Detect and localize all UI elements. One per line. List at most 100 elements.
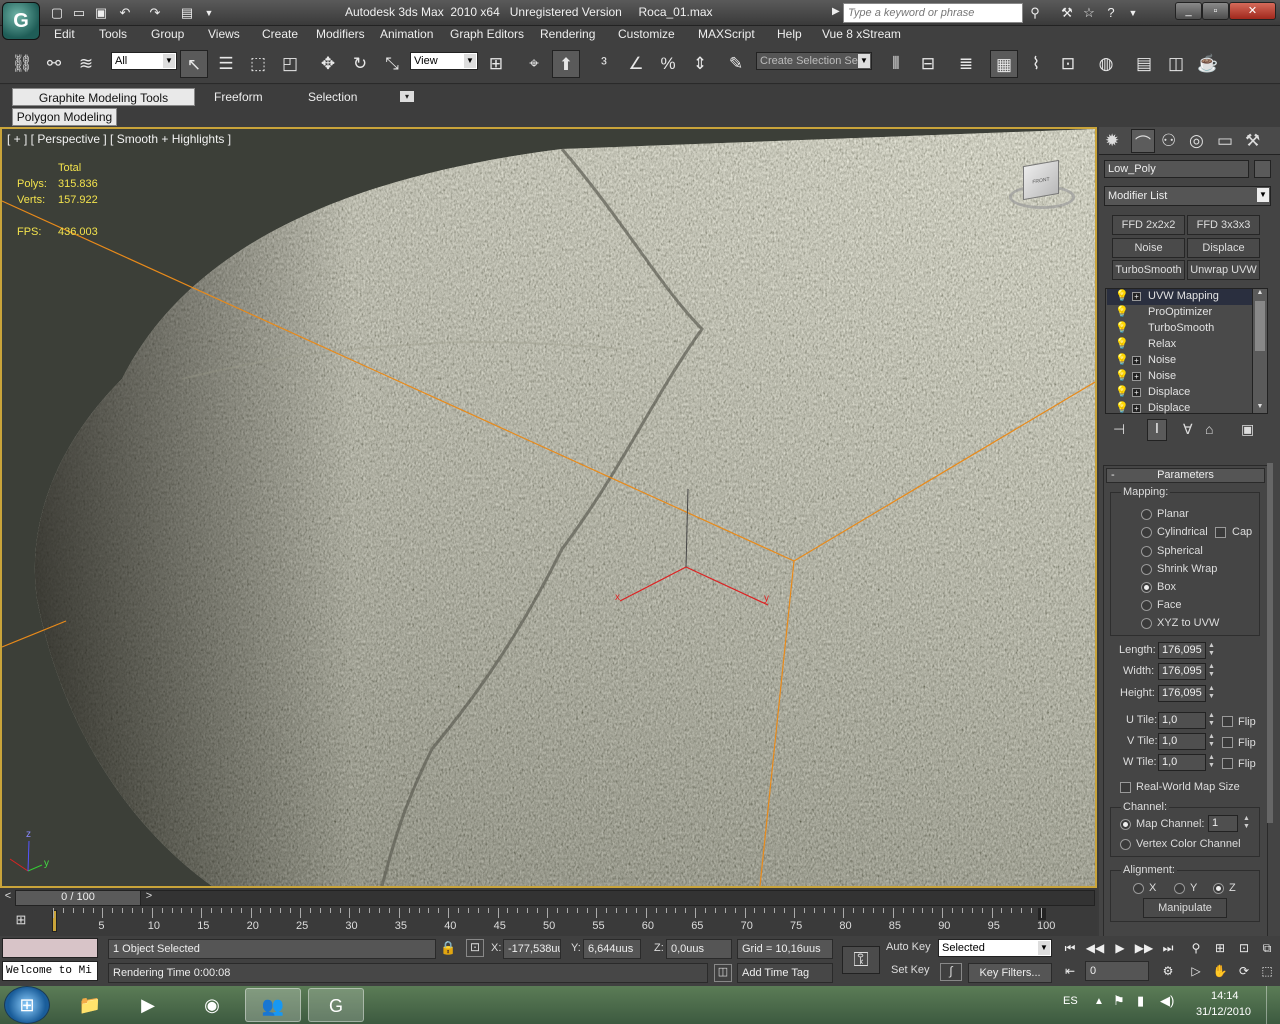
perspective-viewport[interactable]: x y z y [ + ] [ Perspective ] [ Smooth +… [0,127,1097,888]
snaps-toggle-icon[interactable]: ³ [590,50,618,78]
key-mode-dropdown[interactable]: Selected ▼ [938,939,1052,957]
z-coordinate-field[interactable]: 0,0uus [666,939,732,959]
tab-selection[interactable]: Selection [308,88,357,106]
field-of-view-icon[interactable]: ▷ [1186,961,1206,981]
zoom-icon[interactable]: ⚲ [1186,938,1206,958]
track-bar[interactable]: ⊞ 5 10 15 20 25 30 35 40 45 50 55 60 65 70 75 80 85 90 95 1… [0,908,1097,936]
open-file-icon[interactable]: ▭ [70,4,88,22]
prev-frame-icon[interactable]: ◀◀ [1085,938,1105,958]
object-color-swatch[interactable] [1254,160,1271,178]
u-tile-spinner-arrows[interactable]: ▲ ▼ [1207,712,1216,729]
layer-manager-icon[interactable]: ≣ [952,50,980,78]
select-by-name-icon[interactable]: ☰ [212,50,240,78]
material-editor-icon[interactable]: ◍ [1092,50,1120,78]
menu-vue-xstream[interactable]: Vue 8 xStream [822,27,901,41]
lightbulb-icon[interactable]: 💡 [1115,401,1129,414]
default-in-out-tangents-icon[interactable]: ∫ [940,963,962,981]
schematic-view-icon[interactable]: ⊡ [1054,50,1082,78]
modifier-stack-item[interactable]: 💡 + Noise [1107,369,1252,385]
cap-checkbox[interactable] [1215,527,1226,538]
search-arrow-icon[interactable]: ▶ [832,6,840,17]
radio-align-x[interactable] [1133,883,1144,894]
network-icon[interactable]: ▮ [1137,993,1144,1009]
redo-icon[interactable]: ↷ [146,4,164,22]
pan-view-icon[interactable]: ✋ [1210,961,1230,981]
named-selection-dropdown[interactable]: Create Selection Se ▼ [756,52,872,70]
lightbulb-icon[interactable]: 💡 [1115,289,1129,302]
lock-selection-icon[interactable]: 🔒 [440,940,456,956]
goto-start-icon[interactable]: ⏮ [1060,938,1080,958]
radio-shrink-wrap[interactable] [1141,564,1152,575]
menu-group[interactable]: Group [151,27,184,41]
motion-tab-icon[interactable]: ◎ [1189,131,1204,151]
ffd-2x2x2-button[interactable]: FFD 2x2x2 [1112,215,1185,235]
project-folder-icon[interactable]: ▤ [178,4,196,22]
undo-icon[interactable]: ↶ [116,4,134,22]
modifier-stack-item[interactable]: 💡 + Displace [1107,385,1252,401]
current-frame-field[interactable]: 0 [1085,961,1149,981]
next-frame-icon[interactable]: ▶▶ [1134,938,1154,958]
key-mode-toggle-icon[interactable]: ⇤ [1060,961,1080,981]
hierarchy-tab-icon[interactable]: ⚇ [1161,131,1176,151]
tab-graphite-modeling-tools[interactable]: Graphite Modeling Tools [12,88,195,106]
rendered-frame-window-icon[interactable]: ◫ [1162,50,1190,78]
select-and-rotate-icon[interactable]: ↻ [346,50,374,78]
time-configuration-icon[interactable]: ⚙ [1158,961,1178,981]
action-center-icon[interactable]: ⚑ [1113,993,1125,1009]
selection-filter-dropdown[interactable]: All ▼ [111,52,177,70]
zoom-extents-icon[interactable]: ⊡ [1234,938,1254,958]
width-spinner-arrows[interactable]: ▲ ▼ [1207,663,1216,680]
scroll-thumb[interactable] [1255,301,1265,351]
render-setup-icon[interactable]: ▤ [1130,50,1158,78]
maximize-button[interactable]: ▫ [1202,2,1229,20]
modifier-stack-item[interactable]: 💡 TurboSmooth [1107,321,1252,337]
w-tile-spinner[interactable]: 1,0 [1158,754,1206,771]
bind-space-warp-icon[interactable]: ≋ [72,50,100,78]
graphite-toggle-icon[interactable]: ▦ [990,50,1018,78]
expand-icon[interactable]: + [1132,292,1141,301]
lightbulb-icon[interactable]: 💡 [1115,337,1129,350]
expand-icon[interactable]: + [1132,372,1141,381]
configure-sets-icon[interactable]: ▣ [1241,421,1254,438]
auto-key-button[interactable]: Auto Key [886,941,931,953]
time-slider-prev-button[interactable]: < [1,890,15,906]
scroll-up-icon[interactable]: ▲ [1253,289,1267,299]
search-input[interactable]: Type a keyword or phrase [843,3,1023,23]
media-player-taskbar-icon[interactable]: ▶ [120,988,176,1022]
absolute-mode-icon[interactable]: ⊡ [466,939,484,957]
percent-snap-icon[interactable]: % [654,50,682,78]
add-time-tag-button[interactable]: Add Time Tag [737,963,833,983]
menu-tools[interactable]: Tools [99,27,127,41]
menu-rendering[interactable]: Rendering [540,27,595,41]
modifier-stack-item[interactable]: 💡 ProOptimizer [1107,305,1252,321]
parameters-rollout-header[interactable]: - Parameters [1106,468,1265,483]
radio-vertex-color-channel[interactable] [1120,839,1131,850]
3ds-max-taskbar-icon[interactable]: G [308,988,364,1022]
maxscript-mini-listener[interactable]: Welcome to Mi [2,961,98,981]
align-icon[interactable]: ⊟ [914,50,942,78]
ffd-3x3x3-button[interactable]: FFD 3x3x3 [1187,215,1260,235]
time-slider-track[interactable] [15,890,1095,906]
pivot-center-icon[interactable]: ⊞ [482,50,510,78]
maximize-viewport-icon[interactable]: ⬚ [1257,961,1277,981]
menu-help[interactable]: Help [777,27,802,41]
v-tile-spinner-arrows[interactable]: ▲ ▼ [1207,733,1216,750]
create-tab-icon[interactable]: ✹ [1105,131,1119,151]
lightbulb-icon[interactable]: 💡 [1115,369,1129,382]
close-button[interactable]: ✕ [1229,2,1276,20]
map-channel-spinner-arrows[interactable]: ▲ ▼ [1242,815,1251,832]
expand-icon[interactable]: + [1132,356,1141,365]
set-key-icon[interactable]: ⚿ [842,946,880,974]
display-tab-icon[interactable]: ▭ [1217,131,1233,151]
modifier-stack-item[interactable]: 💡 + Displace [1107,401,1252,417]
file-explorer-taskbar-icon[interactable]: 📁 [62,988,118,1022]
firefox-taskbar-icon[interactable]: ◉ [184,988,240,1022]
lightbulb-icon[interactable]: 💡 [1115,353,1129,366]
height-spinner[interactable]: 176,095 [1158,685,1206,702]
lightbulb-icon[interactable]: 💡 [1115,321,1129,334]
favorites-star-icon[interactable]: ☆ [1080,4,1098,22]
lightbulb-icon[interactable]: 💡 [1115,305,1129,318]
manipulate-button[interactable]: Manipulate [1143,898,1227,918]
time-slider-next-button[interactable]: > [142,890,156,906]
app-logo-button[interactable]: G [2,2,40,40]
